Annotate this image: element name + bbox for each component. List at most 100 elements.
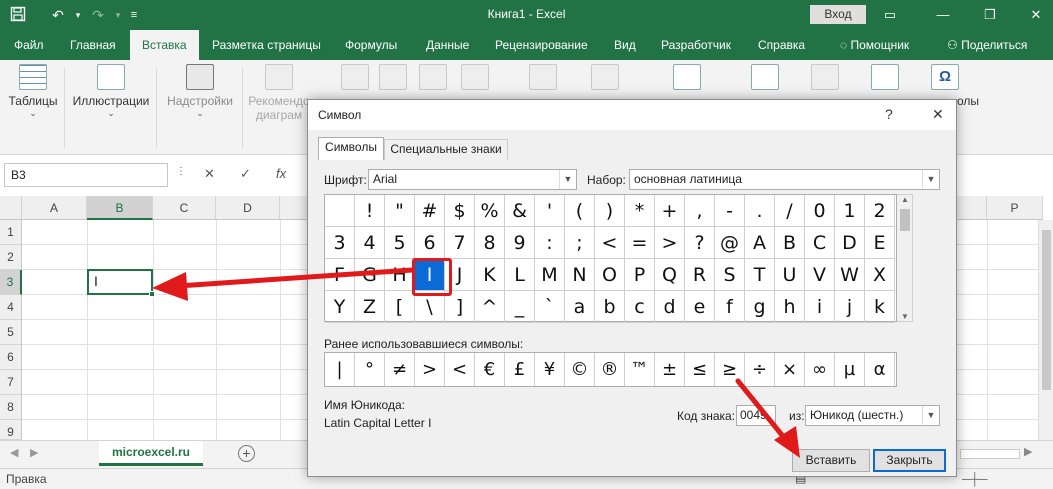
share-button[interactable]: ⚇ Поделиться [947, 30, 1027, 60]
tab-insert[interactable]: Вставка [130, 30, 199, 60]
row-header-8[interactable]: 8 [0, 395, 22, 420]
symbol-cell[interactable]: " [385, 195, 415, 227]
symbol-cell[interactable]: * [625, 195, 655, 227]
drag-handle-icon[interactable]: ⋮ [176, 166, 186, 177]
recent-symbol-cell[interactable]: ≠ [385, 353, 415, 386]
symbol-cell[interactable]: + [655, 195, 685, 227]
recent-symbol-cell[interactable]: α [865, 353, 895, 386]
row-header-7[interactable]: 7 [0, 370, 22, 395]
column-header-a[interactable]: A [22, 196, 87, 220]
symbol-cell[interactable]: > [655, 227, 685, 259]
symbol-cell[interactable]: k [865, 291, 895, 323]
symbol-cell[interactable]: W [835, 259, 865, 291]
filters-button[interactable] [750, 64, 780, 94]
symbol-cell[interactable]: X [865, 259, 895, 291]
scroll-right-icon[interactable]: ▶ [1024, 445, 1032, 458]
recent-symbol-cell[interactable]: ± [655, 353, 685, 386]
tab-view[interactable]: Вид [614, 30, 636, 60]
symbol-cell[interactable]: $ [445, 195, 475, 227]
from-select[interactable]: Юникод (шестн.) ▼ [805, 405, 940, 426]
symbol-cell[interactable]: - [715, 195, 745, 227]
symbol-cell[interactable]: ' [535, 195, 565, 227]
symbol-cell[interactable]: & [505, 195, 535, 227]
symbol-cell[interactable]: d [655, 291, 685, 323]
recent-symbol-cell[interactable]: © [565, 353, 595, 386]
recent-symbol-cell[interactable]: ≥ [715, 353, 745, 386]
column-header-c[interactable]: C [153, 196, 216, 220]
confirm-entry-icon[interactable]: ✓ [240, 166, 251, 182]
tab-assistant[interactable]: ◌ Помощник [840, 30, 909, 60]
recent-symbol-cell[interactable]: × [775, 353, 805, 386]
symbol-cell[interactable]: i [805, 291, 835, 323]
symbol-cell[interactable]: , [685, 195, 715, 227]
tables-button[interactable]: Таблицы ⌄ [6, 64, 60, 118]
symbol-cell[interactable]: G [355, 259, 385, 291]
column-header-d[interactable]: D [216, 196, 280, 220]
signin-button[interactable]: Вход [810, 5, 866, 24]
symbol-cell[interactable]: ( [565, 195, 595, 227]
sparklines-button[interactable] [672, 64, 702, 94]
symbol-cell[interactable]: 3 [325, 227, 355, 259]
symbol-cell[interactable]: < [595, 227, 625, 259]
symbol-cell[interactable]: 0 [805, 195, 835, 227]
row-header-5[interactable]: 5 [0, 320, 22, 345]
symbol-cell[interactable]: j [835, 291, 865, 323]
symbol-cell[interactable]: V [805, 259, 835, 291]
tab-home[interactable]: Главная [70, 30, 116, 60]
recent-symbol-cell[interactable]: > [415, 353, 445, 386]
illustrations-button[interactable]: Иллюстрации ⌄ [70, 64, 152, 118]
horizontal-scrollbar[interactable] [960, 449, 1020, 459]
symbol-cell[interactable]: a [565, 291, 595, 323]
symbol-cell[interactable]: b [595, 291, 625, 323]
symbol-cell[interactable]: @ [715, 227, 745, 259]
recommended-charts-button[interactable]: Рекомендо диаграм [248, 64, 310, 122]
text-button[interactable] [870, 64, 900, 94]
scroll-sheets-right-icon[interactable]: ▶ [30, 446, 38, 459]
symbol-cell[interactable]: h [775, 291, 805, 323]
row-header-4[interactable]: 4 [0, 295, 22, 320]
tab-symbols[interactable]: Символы [318, 137, 384, 160]
tab-special-characters[interactable]: Специальные знаки [384, 139, 508, 160]
symbol-cell[interactable]: L [505, 259, 535, 291]
symbol-cell[interactable]: N [565, 259, 595, 291]
symbol-cell[interactable]: A [745, 227, 775, 259]
scroll-up-icon[interactable]: ▲ [897, 195, 913, 204]
symbol-cell[interactable]: 6 [415, 227, 445, 259]
symbol-cell[interactable]: [ [385, 291, 415, 323]
symbol-cell[interactable]: 9 [505, 227, 535, 259]
column-header-b[interactable]: B [87, 196, 153, 220]
recent-symbol-cell[interactable]: | [325, 353, 355, 386]
symbol-cell[interactable]: C [805, 227, 835, 259]
recent-symbol-cell[interactable]: € [475, 353, 505, 386]
recent-symbol-cell[interactable]: µ [835, 353, 865, 386]
recent-symbol-cell[interactable]: ÷ [745, 353, 775, 386]
links-button[interactable] [810, 64, 840, 94]
symbol-cell[interactable]: 4 [355, 227, 385, 259]
add-sheet-icon[interactable]: + [238, 445, 255, 462]
symbol-cell[interactable]: ) [595, 195, 625, 227]
symbol-cell[interactable]: : [535, 227, 565, 259]
symbol-cell[interactable]: / [775, 195, 805, 227]
tab-developer[interactable]: Разработчик [661, 30, 731, 60]
active-cell-b3[interactable]: I [87, 269, 155, 297]
dialog-close-icon[interactable]: ✕ [932, 106, 944, 123]
tab-review[interactable]: Рецензирование [495, 30, 588, 60]
symbol-cell[interactable]: B [775, 227, 805, 259]
subset-select[interactable]: основная латиница ▼ [629, 169, 940, 190]
close-button[interactable]: Закрыть [873, 449, 946, 472]
symbol-cell[interactable]: R [685, 259, 715, 291]
symbol-cell[interactable]: D [835, 227, 865, 259]
tab-file[interactable]: Файл [14, 30, 44, 60]
symbol-cell[interactable]: 8 [475, 227, 505, 259]
cancel-entry-icon[interactable]: ✕ [204, 166, 215, 182]
symbol-cell[interactable]: % [475, 195, 505, 227]
recent-symbol-cell[interactable]: ≤ [685, 353, 715, 386]
recent-symbol-cell[interactable]: ¥ [535, 353, 565, 386]
recent-symbol-cell[interactable]: ® [595, 353, 625, 386]
column-header-p[interactable]: P [987, 196, 1043, 220]
symbol-cell[interactable]: ; [565, 227, 595, 259]
symbol-cell[interactable]: T [745, 259, 775, 291]
zoom-slider-icon[interactable]: ─┼─ [962, 472, 988, 486]
char-code-input[interactable]: 0049 [736, 405, 776, 426]
window-close-icon[interactable]: ✕ [1026, 5, 1046, 25]
